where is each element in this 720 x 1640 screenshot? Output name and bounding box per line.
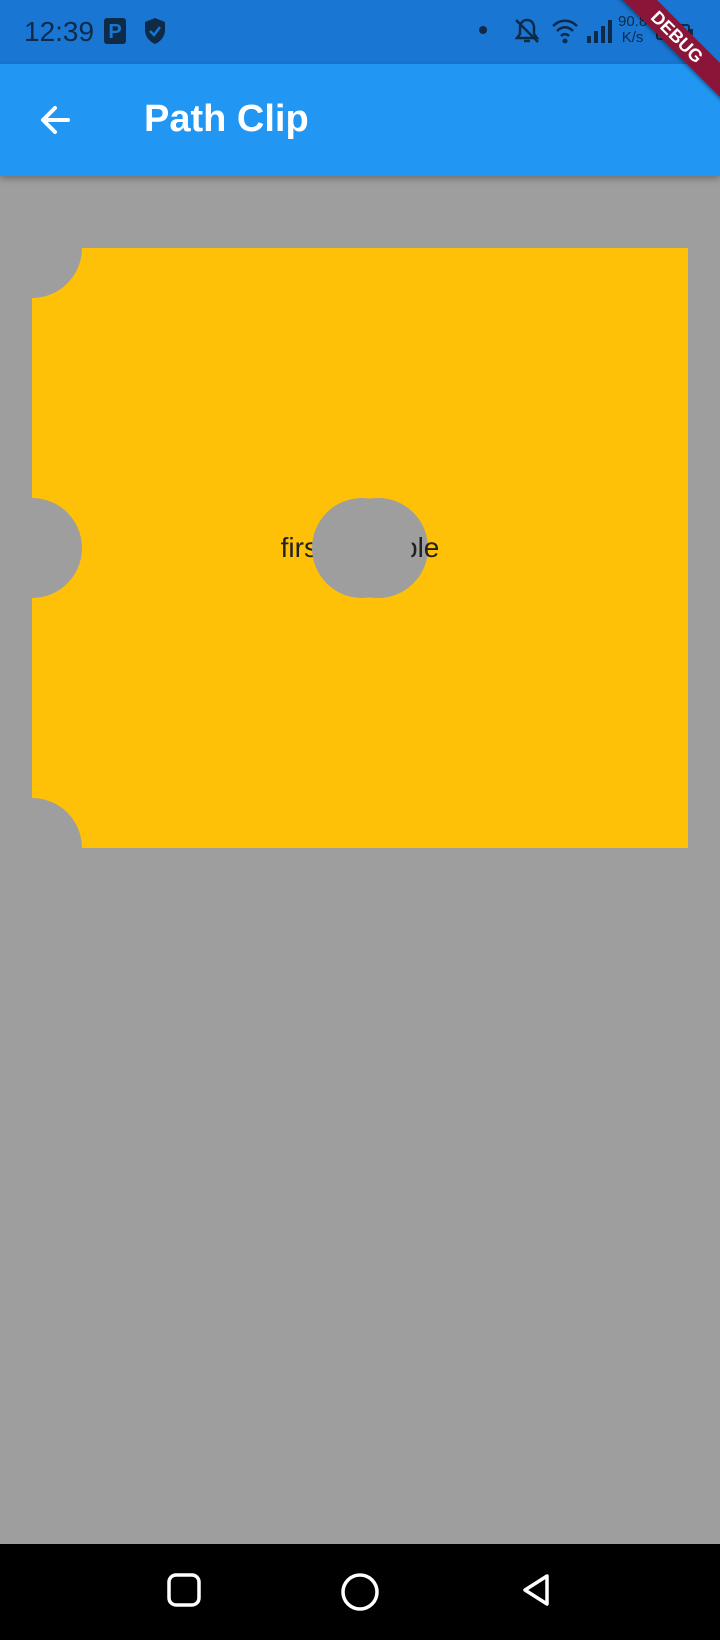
parking-icon: P [104, 18, 126, 44]
page-title: Path Clip [144, 98, 309, 140]
shield-icon [145, 18, 165, 44]
home-circle-icon[interactable] [340, 1572, 380, 1612]
app-bar: Path Clip [0, 64, 720, 176]
clip-hole [312, 498, 412, 598]
arrow-back-icon[interactable] [28, 92, 84, 148]
bell-off-icon [514, 18, 540, 43]
back-triangle-icon[interactable] [518, 1572, 554, 1608]
status-time: 12:39 [24, 16, 95, 47]
clip-shape: first example [32, 248, 688, 848]
svg-text:P: P [108, 21, 121, 43]
signal-icon [587, 20, 612, 43]
wifi-icon [552, 19, 578, 44]
navigation-bar [0, 1544, 720, 1640]
recents-square-icon[interactable] [166, 1572, 202, 1608]
dot-icon [479, 26, 487, 34]
status-bar: 12:39 P 90.8 K/s 35 [0, 0, 720, 64]
